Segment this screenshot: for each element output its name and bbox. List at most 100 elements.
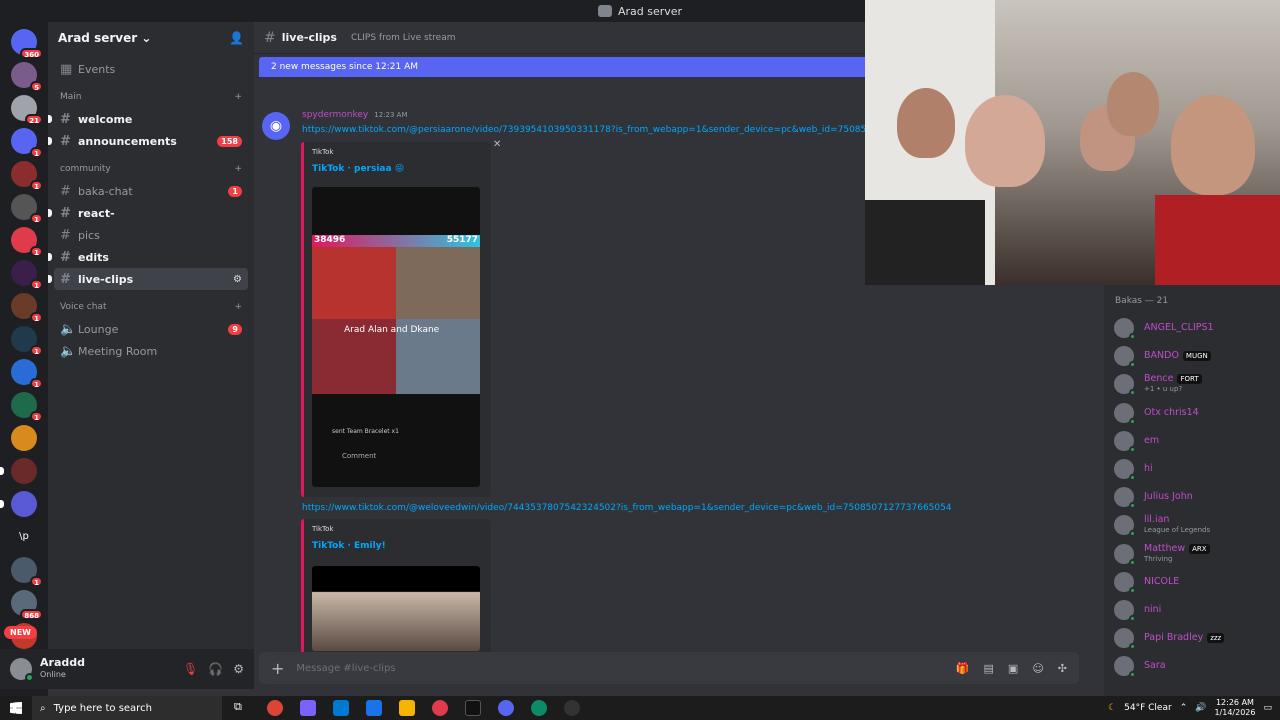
copilot-icon[interactable] (300, 700, 316, 716)
server-icon[interactable]: 1 (11, 227, 43, 257)
gift-icon[interactable]: 🎁 (956, 662, 970, 675)
task-view-icon[interactable]: ⧉ (234, 700, 250, 716)
new-messages-banner[interactable]: 2 new messages since 12:21 AM (259, 57, 869, 77)
server-icon[interactable]: \p (11, 524, 37, 550)
channel-topic: CLIPS from Live stream (350, 32, 456, 43)
store-icon[interactable] (333, 700, 349, 716)
server-icon[interactable]: 1 (11, 359, 43, 389)
edge-icon[interactable] (531, 700, 547, 716)
server-icon[interactable]: 21 (11, 95, 43, 125)
member-item[interactable]: em (1114, 430, 1274, 453)
member-item[interactable]: Sara (1114, 656, 1274, 679)
member-item[interactable]: ANGEL_CLIPS1 (1114, 318, 1274, 340)
settings-gear-icon[interactable]: ⚙ (233, 274, 242, 285)
server-header[interactable]: Arad server ⌄ 👤 (48, 22, 254, 54)
message-author[interactable]: spydermonkey (302, 110, 368, 120)
server-icon[interactable]: 1 (11, 194, 43, 224)
chevron-up-icon[interactable]: ⌃ (1180, 703, 1188, 713)
discord-home-icon[interactable]: 360 (11, 29, 43, 59)
discord-avatar-icon[interactable]: ◉ (262, 112, 290, 140)
member-name: em (1144, 434, 1160, 446)
channel-pics[interactable]: # pics (54, 224, 248, 246)
clock[interactable]: 12:26 AM 1/14/2026 (1214, 698, 1255, 718)
emoji-icon[interactable]: ☺ (1032, 662, 1043, 675)
server-icon[interactable]: 5 (11, 62, 43, 92)
message-composer[interactable]: + Message #live-clips 🎁 ▤ ▣ ☺ ✣ (259, 652, 1079, 684)
settings-gear-icon[interactable]: ⚙ (233, 662, 244, 676)
member-activity: +1 • u up? (1144, 385, 1183, 394)
video-thumbnail[interactable] (312, 566, 480, 651)
channel-sidebar: Arad server ⌄ 👤 ▦ Events Main + # welcome … (48, 22, 254, 649)
category-main[interactable]: Main + (48, 86, 254, 108)
channel-react[interactable]: # react- (48, 202, 248, 224)
server-icon[interactable]: 1 (11, 161, 43, 191)
volume-icon[interactable]: 🔊 (1195, 703, 1206, 713)
server-icon[interactable] (0, 491, 37, 517)
server-icon[interactable]: 1 (11, 326, 43, 356)
channel-label: baka-chat (78, 184, 133, 198)
mute-mic-icon[interactable]: 🎙 (183, 662, 198, 676)
obs-icon[interactable] (564, 700, 580, 716)
discord-icon[interactable] (498, 700, 514, 716)
member-item[interactable]: NICOLE (1114, 571, 1274, 594)
windows-start-icon[interactable] (10, 702, 22, 714)
member-item[interactable]: BANDO MUGN (1114, 346, 1274, 369)
category-voice[interactable]: Voice chat + (48, 296, 254, 318)
voice-channel-meeting-room[interactable]: 🔈 Meeting Room (54, 340, 248, 362)
channel-welcome[interactable]: # welcome (48, 108, 248, 130)
chrome-icon[interactable] (267, 700, 283, 716)
hash-icon: # (60, 133, 71, 149)
app-icon[interactable] (432, 700, 448, 716)
member-item[interactable]: Julius John (1114, 487, 1274, 510)
add-channel-icon[interactable]: + (234, 302, 242, 312)
channel-baka-chat[interactable]: # baka-chat 1 (54, 180, 248, 202)
embed-title[interactable]: TikTok · Emily! (312, 541, 491, 551)
member-item[interactable]: lil.ian League of Legends (1114, 515, 1274, 538)
member-item[interactable]: Bence FORT +1 • u up? (1114, 374, 1274, 397)
headphones-icon[interactable]: 🎧 (208, 662, 223, 676)
hash-icon: # (60, 271, 71, 287)
server-icon[interactable]: 1 (11, 557, 43, 587)
server-icon[interactable] (0, 458, 37, 484)
gif-icon[interactable]: ▤ (984, 662, 994, 675)
capcut-icon[interactable] (465, 700, 481, 716)
notification-icon[interactable]: ▭ (1263, 703, 1272, 713)
member-item[interactable]: nini (1114, 600, 1274, 622)
server-icon[interactable]: 868 (11, 590, 43, 620)
moon-server-icon[interactable] (11, 425, 37, 451)
video-thumbnail[interactable]: 38496 55177 Arad Alan and Dkane sent Tea… (312, 187, 480, 487)
channel-live-clips[interactable]: # live-clips ⚙ (48, 268, 248, 290)
add-attachment-icon[interactable]: + (271, 659, 284, 678)
voice-channel-lounge[interactable]: 🔈 Lounge 9 (54, 318, 248, 340)
category-community[interactable]: community + (48, 158, 254, 180)
server-icon[interactable]: 1 (11, 260, 43, 290)
file-explorer-icon[interactable] (399, 700, 415, 716)
embed-title[interactable]: TikTok · persiaa 😝 (312, 164, 491, 174)
close-icon[interactable]: ✕ (493, 139, 501, 150)
events-item[interactable]: ▦ Events (54, 58, 248, 80)
member-label: em (1144, 434, 1160, 446)
server-icon[interactable]: 1 (11, 392, 43, 422)
window-title: Arad server (617, 4, 683, 18)
member-item[interactable]: hi (1114, 459, 1274, 481)
weather-text[interactable]: 54°F Clear (1124, 703, 1172, 713)
member-item[interactable]: Papi Bradley zzz (1114, 628, 1274, 651)
member-item[interactable]: Otx chris14 (1114, 402, 1274, 425)
server-icon[interactable]: 1 (11, 293, 43, 323)
sticker-icon[interactable]: ▣ (1008, 662, 1018, 675)
apps-icon[interactable]: ✣ (1058, 662, 1067, 675)
member-item[interactable]: Matthew ARX Thriving (1114, 543, 1274, 566)
server-icon[interactable]: 1 (11, 128, 43, 158)
message-link[interactable]: https://www.tiktok.com/@weloveedwin/vide… (302, 503, 962, 513)
unread-badge: 1 (30, 312, 43, 323)
avatar[interactable] (10, 658, 34, 682)
mail-icon[interactable] (366, 700, 382, 716)
add-channel-icon[interactable]: + (234, 164, 242, 174)
invite-icon[interactable]: 👤 (229, 31, 244, 45)
message-input[interactable]: Message #live-clips (296, 663, 395, 674)
channel-announcements[interactable]: # announcements 158 (48, 130, 248, 152)
message-link[interactable]: https://www.tiktok.com/@persiaarone/vide… (302, 125, 867, 135)
taskbar-search[interactable]: ⌕ Type here to search (32, 696, 222, 720)
add-channel-icon[interactable]: + (234, 92, 242, 102)
channel-edits[interactable]: # edits (48, 246, 248, 268)
